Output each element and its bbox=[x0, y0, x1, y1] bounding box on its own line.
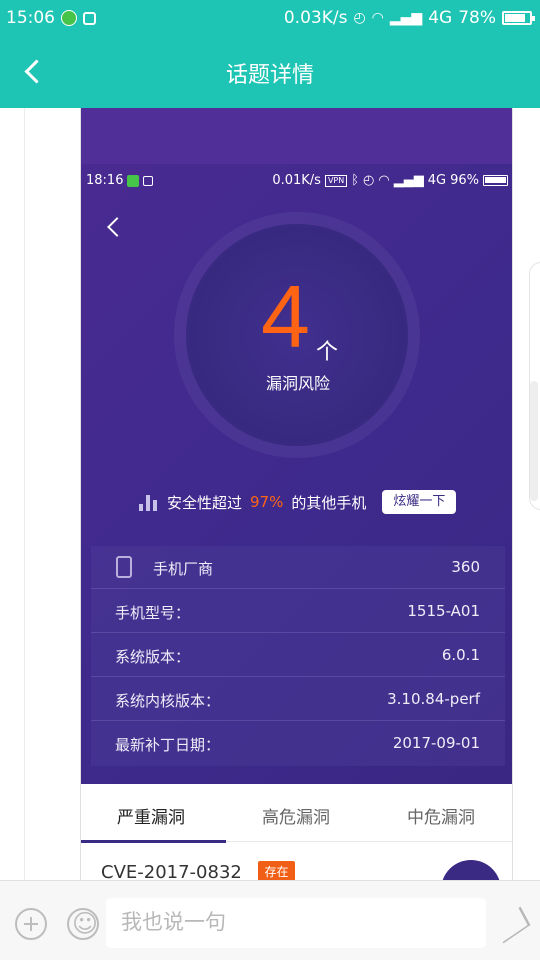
embedded-speed: 0.01K/s bbox=[272, 173, 321, 188]
side-card-grip bbox=[530, 381, 538, 501]
patch-date-value: 2017-09-01 bbox=[392, 734, 480, 752]
risk-count: 4 bbox=[261, 267, 310, 366]
kernel-version-value: 3.10.84-perf bbox=[387, 690, 480, 708]
embedded-scan-icon bbox=[143, 175, 154, 186]
show-off-button: 炫耀一下 bbox=[382, 490, 457, 514]
comment-bar bbox=[0, 880, 540, 960]
embedded-back-icon bbox=[103, 215, 127, 239]
status-right: 0.03K/s ◴ ◠ ▂▄▆ 4G 78% bbox=[283, 8, 535, 28]
security-prefix: 安全性超过 bbox=[167, 493, 243, 512]
embedded-status-bar: 18:16 0.01K/s VPN ᛒ ◴ ◠ ▂▄▆ 4G 96% bbox=[81, 170, 512, 196]
manufacturer-value: 360 bbox=[451, 558, 480, 576]
device-info-row: 手机厂商 360 bbox=[91, 546, 505, 589]
tab-critical: 严重漏洞 bbox=[117, 808, 185, 828]
device-info-row: 最新补丁日期： 2017-09-01 bbox=[91, 722, 505, 765]
embedded-signal-icon: ▂▄▆ bbox=[393, 173, 424, 188]
embedded-wechat-icon bbox=[127, 174, 140, 187]
security-percent: 97% bbox=[250, 493, 284, 511]
tab-medium-risk: 中危漏洞 bbox=[407, 808, 475, 828]
status-bar: 15:06 0.03K/s ◴ ◠ ▂▄▆ 4G 78% bbox=[0, 0, 540, 36]
shared-screenshot[interactable]: 18:16 0.01K/s VPN ᛒ ◴ ◠ ▂▄▆ 4G 96% 4 个 漏… bbox=[80, 108, 513, 880]
vpn-icon: VPN bbox=[324, 174, 348, 187]
page-title: 话题详情 bbox=[225, 63, 314, 88]
post-divider bbox=[24, 108, 25, 880]
status-time: 15:06 bbox=[6, 8, 55, 28]
wifi-icon: ◠ bbox=[371, 10, 384, 26]
cve-id: CVE-2017-0832 bbox=[101, 862, 242, 880]
model-value: 1515-A01 bbox=[407, 602, 480, 620]
topic-content: 18:16 0.01K/s VPN ᛒ ◴ ◠ ▂▄▆ 4G 96% 4 个 漏… bbox=[0, 108, 540, 880]
embedded-battery-percentage: 96% bbox=[450, 173, 479, 188]
patch-date-label: 最新补丁日期： bbox=[115, 736, 221, 754]
embedded-alarm-icon: ◴ bbox=[363, 173, 375, 188]
embedded-time: 18:16 bbox=[86, 173, 124, 188]
battery-icon bbox=[502, 11, 535, 25]
vulnerability-screen: 18:16 0.01K/s VPN ᛒ ◴ ◠ ▂▄▆ 4G 96% 4 个 漏… bbox=[81, 108, 512, 784]
bluetooth-icon: ᛒ bbox=[351, 173, 360, 188]
system-version-value: 6.0.1 bbox=[441, 646, 480, 664]
scan-notification-icon bbox=[83, 11, 96, 25]
wechat-notification-icon bbox=[61, 10, 77, 26]
device-info-row: 系统内核版本： 3.10.84-perf bbox=[91, 678, 505, 721]
phone-icon bbox=[116, 556, 132, 578]
network-speed: 0.03K/s bbox=[283, 8, 348, 28]
manufacturer-label: 手机厂商 bbox=[153, 560, 214, 578]
risk-unit: 个 bbox=[316, 340, 339, 365]
embedded-status-right: 0.01K/s VPN ᛒ ◴ ◠ ▂▄▆ 4G 96% bbox=[272, 173, 508, 188]
vulnerability-tabs: 严重漏洞 高危漏洞 中危漏洞 bbox=[81, 784, 512, 843]
embedded-status-left: 18:16 bbox=[86, 173, 154, 188]
tab-high-risk: 高危漏洞 bbox=[262, 808, 330, 828]
side-card bbox=[529, 262, 540, 510]
status-badge: 存在 bbox=[258, 861, 295, 880]
status-left: 15:06 bbox=[6, 8, 96, 28]
comment-input[interactable] bbox=[106, 898, 486, 948]
add-button[interactable] bbox=[15, 908, 47, 940]
embedded-battery-icon bbox=[483, 175, 508, 186]
device-info-row: 手机型号： 1515-A01 bbox=[91, 590, 505, 633]
device-info-panel: 手机厂商 360 手机型号： 1515-A01 系统版本： 6.0.1 系统内核… bbox=[91, 546, 505, 766]
purple-action-icon bbox=[441, 860, 501, 880]
signal-icon: ▂▄▆ bbox=[389, 10, 423, 26]
battery-percentage: 78% bbox=[458, 8, 496, 28]
active-tab-indicator bbox=[81, 840, 226, 843]
security-suffix: 的其他手机 bbox=[291, 493, 367, 512]
risk-label: 漏洞风险 bbox=[266, 374, 331, 393]
purple-top-strip bbox=[81, 108, 512, 164]
embedded-network-type: 4G bbox=[427, 173, 447, 188]
page-header: 话题详情 bbox=[0, 36, 540, 108]
network-type: 4G bbox=[428, 8, 453, 28]
embedded-wifi-icon: ◠ bbox=[378, 173, 390, 188]
model-label: 手机型号： bbox=[115, 604, 191, 622]
device-info-row: 系统版本： 6.0.1 bbox=[91, 634, 505, 677]
system-version-label: 系统版本： bbox=[115, 648, 191, 666]
security-score-row: 安全性超过 97% 的其他手机 炫耀一下 bbox=[139, 488, 457, 516]
bar-chart-icon bbox=[139, 493, 159, 511]
kernel-version-label: 系统内核版本： bbox=[115, 692, 221, 710]
emoji-button[interactable] bbox=[67, 908, 99, 940]
alarm-icon: ◴ bbox=[353, 10, 366, 26]
send-button[interactable] bbox=[495, 908, 531, 940]
